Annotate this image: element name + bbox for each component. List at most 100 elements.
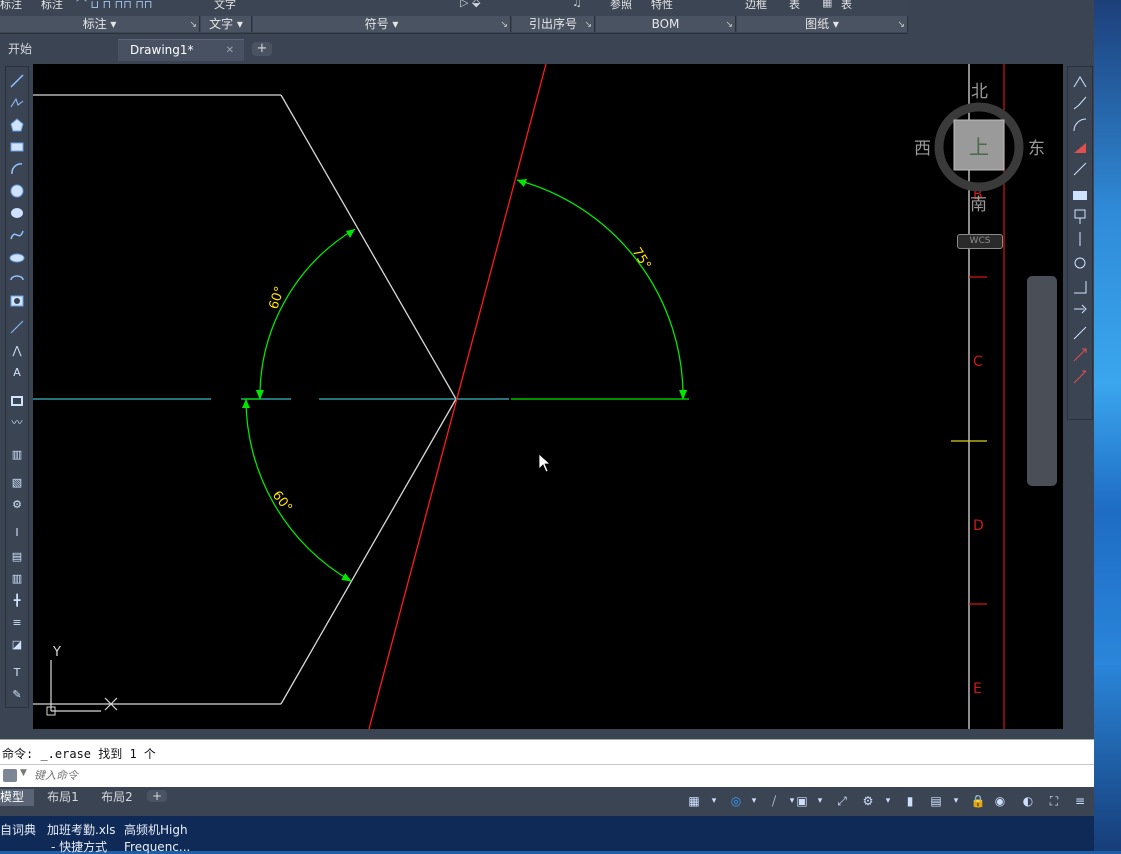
panel-expand-icon[interactable]: ↘ bbox=[500, 17, 508, 33]
lineweight-icon[interactable]: ▮ bbox=[902, 793, 918, 809]
osnap-icon[interactable]: ▣ bbox=[794, 793, 810, 809]
ribbon-table-icon[interactable]: ▦ bbox=[822, 0, 832, 9]
dimension-right[interactable]: 75° bbox=[511, 179, 689, 400]
chevron-down-icon[interactable]: ▾ bbox=[706, 793, 722, 809]
tab-drawing1[interactable]: Drawing1* ✕ bbox=[118, 39, 244, 61]
lock-icon[interactable]: 🔒 bbox=[970, 793, 986, 809]
mtext-tool-icon[interactable]: A bbox=[9, 365, 25, 381]
arc-tool-icon[interactable] bbox=[9, 161, 25, 177]
desktop-item-dictionary[interactable]: 自词典 bbox=[0, 823, 36, 837]
compass-south[interactable]: 南 bbox=[970, 195, 987, 215]
revcloud-tool-icon[interactable] bbox=[9, 205, 25, 221]
desktop-item-highfreq[interactable]: 高频机High bbox=[124, 823, 188, 837]
spring-tool-icon[interactable]: ▥ bbox=[9, 571, 25, 587]
ellipse-tool-icon[interactable] bbox=[9, 249, 25, 265]
ribbon-panel-dimension[interactable]: 标注 ▾ ↘ bbox=[0, 16, 200, 32]
polygon-tool-icon[interactable] bbox=[9, 117, 25, 133]
grid-icon[interactable]: ▦ bbox=[686, 793, 702, 809]
construction-line[interactable] bbox=[368, 64, 547, 729]
steel-tool-icon[interactable]: ▤ bbox=[9, 549, 25, 565]
layout-tab-layout1[interactable]: 布局1 bbox=[38, 789, 88, 806]
workspace-icon[interactable]: ▤ bbox=[928, 793, 944, 809]
centermark-icon[interactable] bbox=[1072, 231, 1088, 247]
navigation-bar[interactable] bbox=[1027, 276, 1057, 486]
tolerance-icon[interactable] bbox=[1072, 187, 1088, 203]
dim-angular-icon[interactable] bbox=[1072, 95, 1088, 111]
dim-chamfer-icon[interactable] bbox=[1072, 139, 1088, 155]
weld-symbol-icon[interactable] bbox=[1072, 301, 1088, 317]
ribbon-reference-button[interactable]: 参照 bbox=[610, 0, 632, 12]
layout-tab-layout2[interactable]: 布局2 bbox=[92, 789, 142, 806]
isolate-icon[interactable]: ◉ bbox=[992, 793, 1008, 809]
chevron-down-icon[interactable]: ▾ bbox=[746, 793, 762, 809]
text-tool-icon[interactable]: T bbox=[9, 665, 25, 681]
chevron-down-icon[interactable]: ▾ bbox=[948, 793, 964, 809]
ribbon-table-button-2[interactable]: 表 bbox=[841, 0, 852, 12]
isodraft-icon[interactable]: ⧸ bbox=[766, 793, 782, 809]
part-library-icon[interactable]: ▧ bbox=[9, 475, 25, 491]
new-tab-button[interactable]: + bbox=[252, 42, 272, 56]
edit-tool-icon[interactable]: ✎ bbox=[9, 687, 25, 703]
surface-finish-icon[interactable] bbox=[1072, 279, 1088, 295]
datum-icon[interactable] bbox=[1072, 209, 1088, 225]
view-arrow-icon[interactable] bbox=[1072, 369, 1088, 385]
panel-expand-icon[interactable]: ↘ bbox=[584, 17, 592, 33]
bolt-tool-icon[interactable]: ▥ bbox=[9, 447, 25, 463]
shaft-tool-icon[interactable]: ╋ bbox=[9, 593, 25, 609]
ribbon-panel-sheet[interactable]: 图纸 ▾ ↘ bbox=[737, 16, 908, 32]
layout-tab-model[interactable]: 模型 bbox=[0, 789, 34, 806]
dimension-left-bottom[interactable]: 60° bbox=[242, 398, 352, 582]
construction-line-icon[interactable] bbox=[9, 319, 25, 335]
hatch-tool-icon[interactable]: ⋀ bbox=[9, 343, 25, 359]
ribbon-leader-icon[interactable]: ♫ bbox=[572, 0, 582, 9]
wcs-menu[interactable]: WCS bbox=[957, 234, 1003, 249]
panel-expand-icon[interactable]: ↘ bbox=[725, 17, 733, 33]
ribbon-panel-symbol[interactable]: 符号 ▾ ↘ bbox=[253, 16, 511, 32]
dimension-left-top[interactable]: 60° bbox=[243, 228, 356, 400]
desktop-item-xls[interactable]: 加班考勤.xls bbox=[47, 823, 116, 837]
dim-linear-icon[interactable] bbox=[1072, 73, 1088, 89]
ribbon-border-button[interactable]: 边框 bbox=[745, 0, 767, 12]
gear-tool-icon[interactable]: ⚙ bbox=[9, 497, 25, 513]
taper-icon[interactable] bbox=[1072, 325, 1088, 341]
thread-tool-icon[interactable]: ≡ bbox=[9, 615, 25, 631]
chevron-down-icon[interactable]: ▾ bbox=[812, 793, 828, 809]
add-layout-button[interactable]: + bbox=[147, 790, 167, 802]
annotation-scale-icon[interactable]: ⤢ bbox=[834, 793, 850, 809]
ribbon-panel-bom[interactable]: BOM ↘ bbox=[596, 16, 736, 32]
panel-expand-icon[interactable]: ↘ bbox=[189, 17, 197, 33]
ribbon-dim-button-1[interactable]: 标注 bbox=[0, 0, 22, 12]
line-tool-icon[interactable] bbox=[9, 73, 25, 89]
command-input[interactable] bbox=[34, 767, 1034, 784]
close-icon[interactable]: ✕ bbox=[226, 40, 234, 61]
fillet-tool-icon[interactable]: ◪ bbox=[9, 637, 25, 653]
chevron-down-icon[interactable]: ▾ bbox=[880, 793, 896, 809]
circle-tool-icon[interactable] bbox=[9, 183, 25, 199]
compass-west[interactable]: 西 bbox=[914, 139, 931, 159]
command-customize-icon[interactable] bbox=[3, 769, 17, 782]
block-tool-icon[interactable] bbox=[9, 293, 25, 309]
beam-tool-icon[interactable]: I bbox=[9, 525, 25, 541]
menu-icon[interactable]: ≡ bbox=[1072, 793, 1088, 809]
ribbon-symbol-icons[interactable]: ▷ ⬙ bbox=[460, 0, 480, 9]
table-tool-icon[interactable] bbox=[9, 393, 25, 409]
inspect-icon[interactable] bbox=[1072, 255, 1088, 271]
wave-tool-icon[interactable]: 〰 bbox=[9, 415, 25, 431]
spline-tool-icon[interactable] bbox=[9, 227, 25, 243]
chevron-down-icon[interactable]: ▼ bbox=[20, 768, 27, 778]
dim-radius-icon[interactable] bbox=[1072, 117, 1088, 133]
ribbon-table-button[interactable]: 表 bbox=[789, 0, 800, 12]
compass-north[interactable]: 北 bbox=[971, 82, 988, 102]
viewcube[interactable]: 上 北 南 东 西 bbox=[914, 82, 1045, 215]
hardware-icon[interactable]: ◐ bbox=[1020, 793, 1036, 809]
ribbon-panel-text[interactable]: 文字 ▾ bbox=[201, 16, 252, 32]
gear-icon[interactable]: ⚙ bbox=[860, 793, 876, 809]
ribbon-panel-balloon[interactable]: 引出序号 ↘ bbox=[512, 16, 595, 32]
snap-icon[interactable]: ◎ bbox=[728, 793, 744, 809]
panel-expand-icon[interactable]: ↘ bbox=[897, 17, 905, 33]
ellipse-arc-tool-icon[interactable] bbox=[9, 271, 25, 287]
section-arrow-icon[interactable] bbox=[1072, 347, 1088, 363]
rectangle-tool-icon[interactable] bbox=[9, 139, 25, 155]
ribbon-properties-button[interactable]: 特性 bbox=[651, 0, 673, 12]
compass-east[interactable]: 东 bbox=[1028, 139, 1045, 159]
